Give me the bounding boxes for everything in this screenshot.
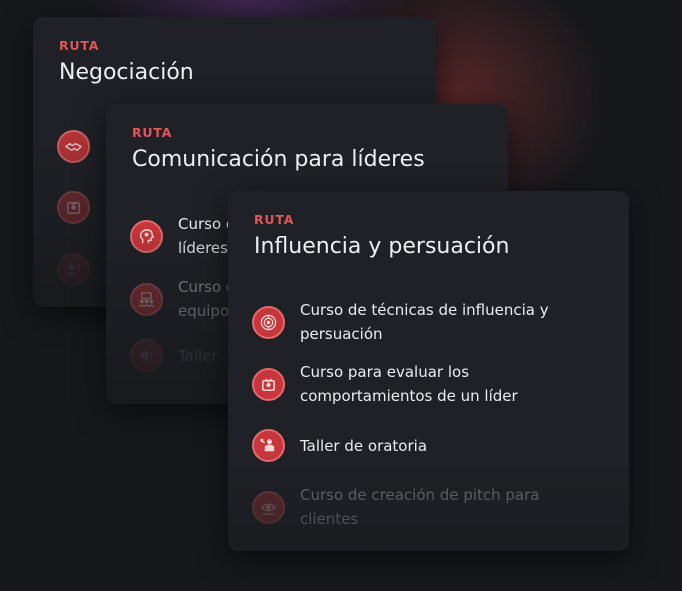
route-label: RUTA: [132, 125, 173, 140]
head-gear-icon: [130, 219, 163, 253]
route-item[interactable]: [57, 253, 90, 286]
megaphone-icon: [130, 339, 163, 372]
route-card-influencia[interactable]: RUTA Influencia y persuación Curso de té…: [228, 191, 629, 551]
handshake-icon: [57, 130, 90, 163]
route-item[interactable]: Curso para evaluar los comportamientos d…: [252, 360, 590, 408]
route-item[interactable]: Curso de creación de pitch para clientes: [252, 483, 590, 531]
pitch-eye-icon: [252, 490, 285, 524]
route-title: Negociación: [59, 60, 194, 85]
influence-icon: [252, 305, 285, 339]
route-item-text: Curso de creación de pitch para clientes: [300, 486, 540, 528]
route-label: RUTA: [254, 212, 295, 227]
route-item[interactable]: Curso de técnicas de influencia y persua…: [252, 298, 590, 346]
route-item-text: Curso de técnicas de influencia y persua…: [300, 301, 549, 343]
route-item[interactable]: [57, 191, 90, 224]
route-item[interactable]: Taller de oratoria: [252, 429, 590, 462]
team-icon: [130, 282, 163, 316]
route-title: Influencia y persuación: [254, 234, 510, 259]
route-item-text: Taller de oratoria: [300, 436, 428, 455]
speaker-podium-icon: [252, 429, 285, 462]
route-label: RUTA: [59, 38, 100, 53]
speaker-icon: [57, 253, 90, 286]
profile-badge-icon: [252, 367, 285, 401]
profile-badge-icon: [57, 191, 90, 224]
route-title: Comunicación para líderes: [132, 147, 425, 172]
route-item[interactable]: [57, 130, 90, 163]
route-item-text: Curso para evaluar los comportamientos d…: [300, 363, 518, 405]
